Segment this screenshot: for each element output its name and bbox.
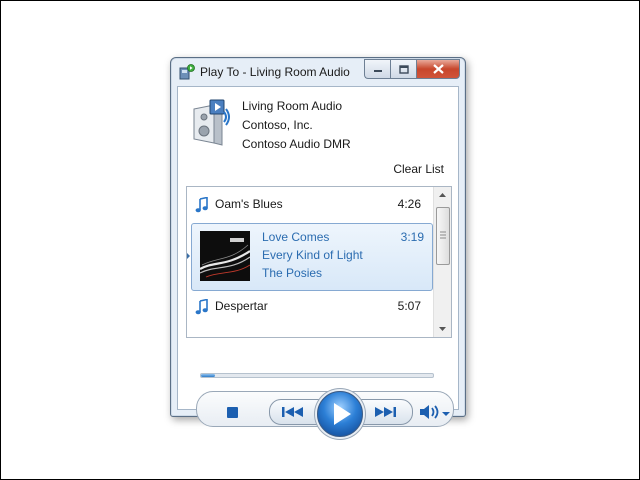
play-button[interactable] [317, 391, 363, 437]
next-icon [375, 407, 396, 417]
volume-dropdown-arrow[interactable] [442, 412, 450, 416]
window-title: Play To - Living Room Audio [200, 65, 350, 79]
scroll-up-button[interactable] [434, 187, 451, 203]
device-name: Living Room Audio [242, 99, 343, 113]
device-model: Contoso Audio DMR [242, 137, 351, 151]
track-duration: 3:19 [400, 230, 424, 244]
playlist-scrollbar[interactable] [433, 187, 451, 337]
client-area: Living Room Audio Contoso, Inc. Contoso … [177, 86, 459, 437]
caption-buttons [364, 59, 460, 79]
chevron-down-icon [439, 327, 446, 331]
speaker-device-icon [193, 99, 230, 146]
list-item[interactable]: Oam's Blues 4:26 [187, 197, 431, 217]
grip-icon [440, 231, 446, 239]
track-title: Despertar [215, 299, 268, 313]
track-duration: 4:26 [397, 197, 421, 211]
track-title: Love Comes [262, 230, 330, 244]
album-art [200, 231, 250, 281]
minimize-icon [373, 70, 382, 72]
now-playing-marker [187, 252, 190, 260]
title-bar[interactable]: Play To - Living Room Audio [171, 58, 465, 86]
volume-icon [420, 405, 439, 419]
track-duration: 5:07 [397, 299, 421, 313]
close-button[interactable] [416, 59, 460, 79]
clear-list-link[interactable]: Clear List [393, 162, 444, 176]
list-item-selected[interactable]: Love Comes Every Kind of Light The Posie… [187, 223, 433, 291]
play-icon [334, 403, 351, 425]
transport-controls [196, 391, 454, 437]
scroll-down-button[interactable] [434, 321, 451, 337]
music-note-icon [195, 197, 208, 213]
seek-progress [201, 374, 215, 377]
play-to-window: Play To - Living Room Audio Living Room … [170, 57, 466, 437]
stop-button[interactable] [227, 407, 238, 418]
maximize-icon [398, 64, 409, 74]
device-manufacturer: Contoso, Inc. [242, 118, 313, 132]
previous-icon [282, 407, 303, 417]
play-to-icon [179, 64, 195, 80]
seek-bar[interactable] [200, 373, 434, 378]
list-item[interactable]: Despertar 5:07 [187, 299, 431, 319]
playlist: Oam's Blues 4:26 Love Comes Every Kind o… [186, 186, 452, 338]
chevron-up-icon [439, 193, 446, 197]
volume-button[interactable] [419, 404, 441, 420]
close-icon [432, 64, 444, 74]
maximize-button[interactable] [390, 59, 416, 79]
track-album: Every Kind of Light [262, 248, 363, 262]
scroll-thumb[interactable] [436, 207, 450, 265]
next-button[interactable] [373, 405, 397, 419]
previous-button[interactable] [281, 405, 305, 419]
music-note-icon [195, 299, 208, 315]
track-title: Oam's Blues [215, 197, 283, 211]
track-artist: The Posies [262, 266, 323, 280]
minimize-button[interactable] [364, 59, 390, 79]
